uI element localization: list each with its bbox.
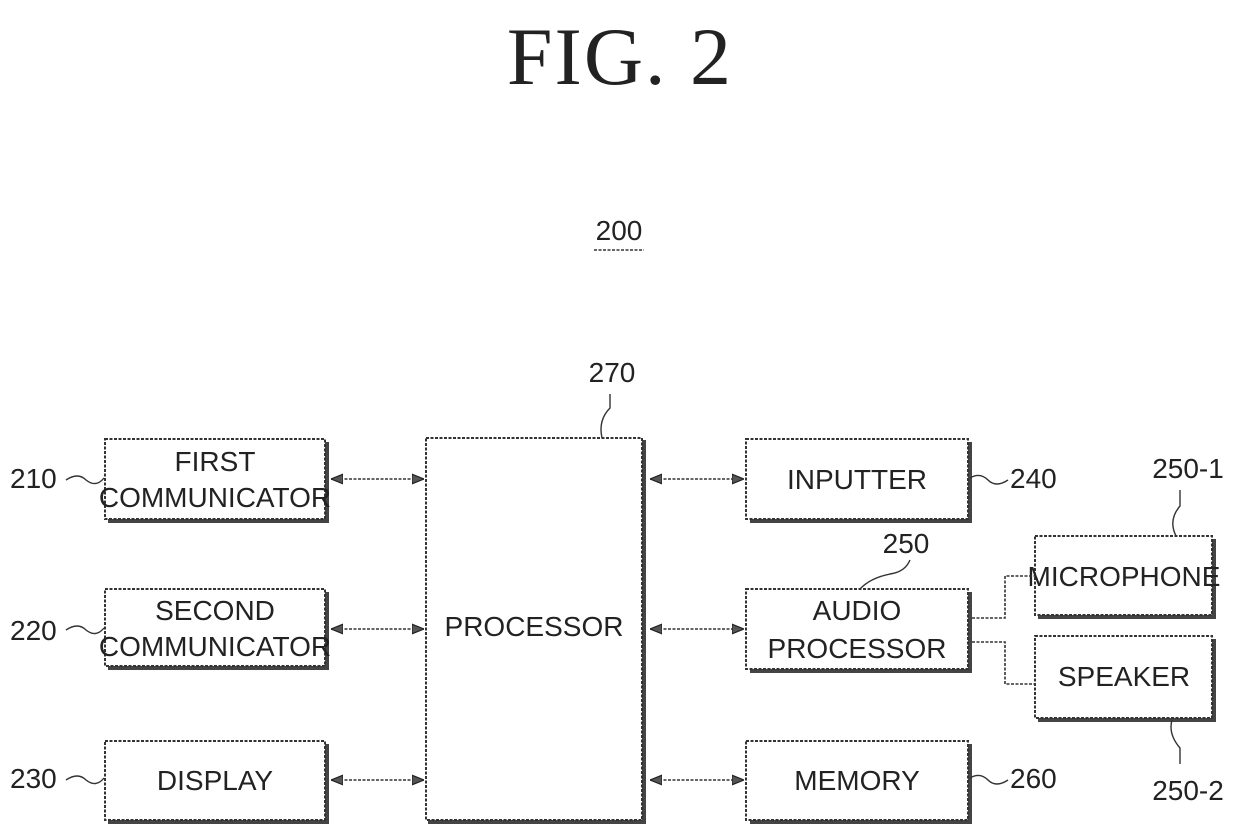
display-leader [65, 775, 105, 785]
second-communicator-leader [65, 625, 105, 635]
block-diagram: 200 PROCESSOR 270 FIRST COMMUNICATOR 210… [10, 215, 1224, 824]
processor-ref: 270 [589, 357, 636, 388]
audio-processor-speaker-line [972, 641, 1035, 685]
audio-processor-ref: 250 [883, 528, 930, 559]
speaker-ref: 250-2 [1152, 775, 1224, 806]
inputter-ref: 240 [1010, 463, 1057, 494]
speaker-block: SPEAKER [1034, 635, 1216, 722]
audio-processor-leader [859, 559, 911, 590]
speaker-label: SPEAKER [1058, 661, 1190, 692]
processor-label: PROCESSOR [445, 611, 624, 642]
audio-processor-block: AUDIO PROCESSOR [745, 588, 972, 673]
microphone-block: MICROPHONE [1028, 535, 1221, 619]
first-communicator-block: FIRST COMMUNICATOR [99, 438, 331, 523]
second-communicator-ref: 220 [10, 615, 57, 646]
first-communicator-leader [65, 475, 105, 485]
audio-processor-microphone-line [972, 575, 1035, 619]
second-communicator-block: SECOND COMMUNICATOR [99, 588, 331, 670]
first-communicator-label-line2: COMMUNICATOR [99, 482, 331, 513]
display-label: DISPLAY [157, 765, 274, 796]
second-communicator-label-line1: SECOND [155, 595, 275, 626]
inputter-label: INPUTTER [787, 464, 927, 495]
inputter-leader [969, 474, 1009, 485]
inputter-block: INPUTTER [745, 438, 972, 523]
display-block: DISPLAY [104, 740, 329, 824]
microphone-ref: 250-1 [1152, 453, 1224, 484]
memory-leader [969, 774, 1009, 785]
memory-block: MEMORY [745, 740, 972, 824]
processor-block: PROCESSOR [425, 437, 646, 824]
display-ref: 230 [10, 763, 57, 794]
second-communicator-label-line2: COMMUNICATOR [99, 631, 331, 662]
memory-ref: 260 [1010, 763, 1057, 794]
system-ref-label: 200 [596, 215, 643, 246]
microphone-leader [1172, 490, 1181, 537]
memory-label: MEMORY [794, 765, 920, 796]
first-communicator-label-line1: FIRST [175, 446, 256, 477]
first-communicator-ref: 210 [10, 463, 57, 494]
processor-leader [600, 394, 611, 439]
microphone-label: MICROPHONE [1028, 561, 1221, 592]
audio-processor-label-line2: PROCESSOR [768, 633, 947, 664]
speaker-leader [1170, 719, 1181, 764]
audio-processor-label-line1: AUDIO [813, 595, 902, 626]
